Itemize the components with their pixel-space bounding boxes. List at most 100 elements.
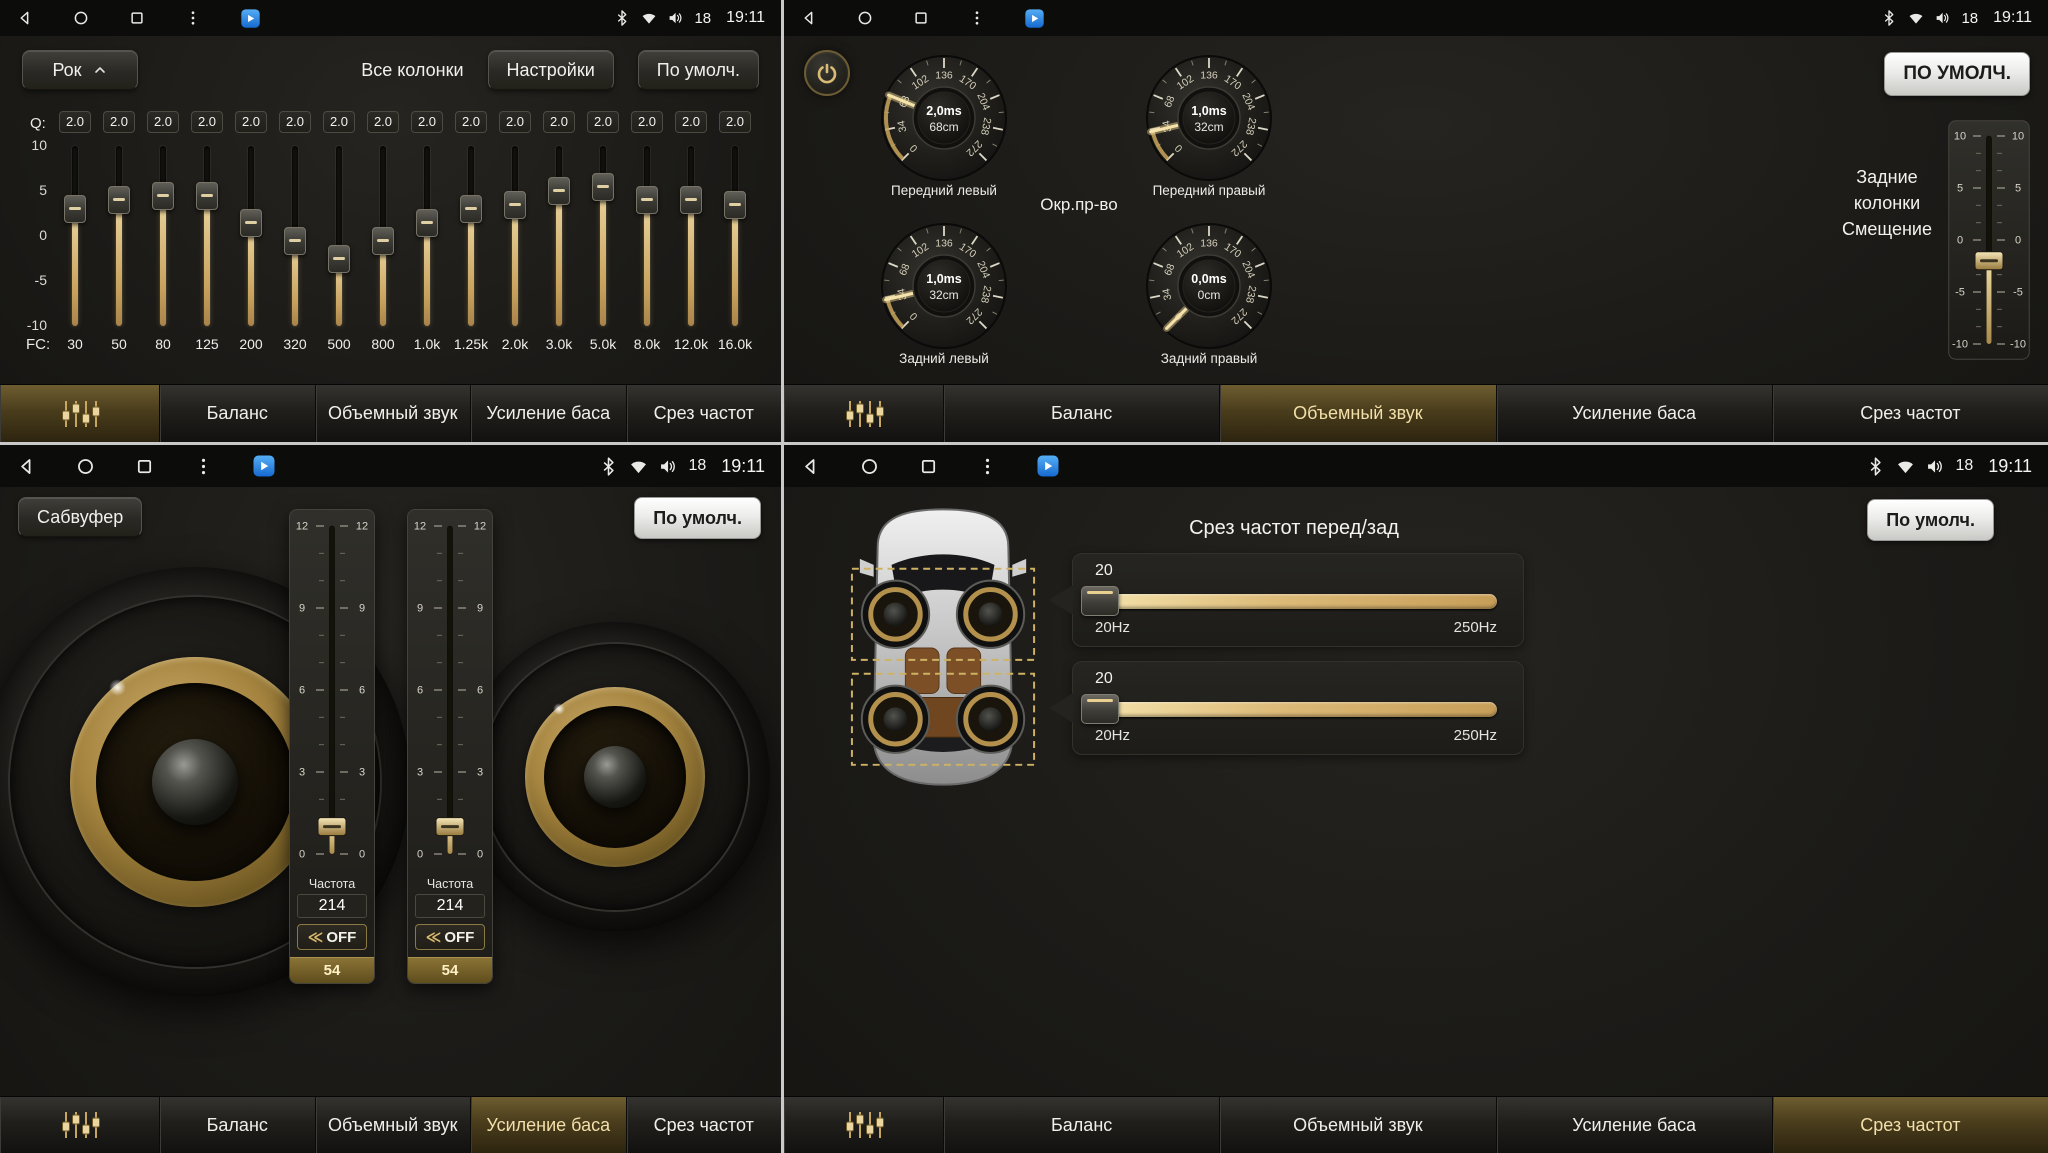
subwoofer-level-slider[interactable]: 121299663300 [290, 510, 374, 870]
eq-band-fill [116, 200, 122, 326]
nav-recents-icon[interactable] [134, 456, 155, 477]
tab-equalizer[interactable] [784, 385, 944, 442]
tab-bass-boost[interactable]: Усиление баса [471, 1097, 627, 1153]
crossover-slider-track[interactable] [1097, 702, 1497, 717]
slider-scale-label: 9 [477, 603, 483, 615]
eq-band-handle[interactable] [636, 186, 658, 214]
delay-knob-dial[interactable]: 034681021361702042382721,0ms32cm [869, 211, 1019, 361]
eq-band-handle[interactable] [504, 191, 526, 219]
eq-q-value: 2.0 [631, 111, 663, 133]
subwoofer-freq-value: 214 [297, 894, 367, 918]
tab-surround-sound[interactable]: Объемный звук [316, 1097, 472, 1153]
tab-surround-sound[interactable]: Объемный звук [1220, 385, 1496, 442]
equalizer-icon [57, 397, 103, 431]
eq-band-handle[interactable] [724, 191, 746, 219]
app-icon[interactable] [252, 454, 276, 478]
eq-band-handle[interactable] [108, 186, 130, 214]
knob-delay-cm: 32cm [1194, 120, 1223, 134]
tab-surround-sound[interactable]: Объемный звук [316, 385, 472, 442]
tab-equalizer[interactable] [0, 385, 160, 442]
tab-crossover[interactable]: Срез частот [1773, 1097, 2048, 1153]
crossover-min-label: 20Hz [1095, 727, 1130, 744]
slider-scale-label: -10 [1952, 339, 1968, 351]
eq-freq-label: 500 [317, 336, 361, 352]
tab-surround-sound[interactable]: Объемный звук [1220, 1097, 1496, 1153]
volume-icon [667, 9, 685, 27]
app-icon[interactable] [1024, 8, 1045, 29]
eq-band-handle[interactable] [372, 227, 394, 255]
app-icon[interactable] [1036, 454, 1060, 478]
app-icon[interactable] [240, 8, 261, 29]
menu-dots-icon[interactable] [968, 9, 986, 27]
delay-knob-dial[interactable]: 034681021361702042382722,0ms68cm [869, 43, 1019, 193]
nav-home-icon[interactable] [859, 456, 880, 477]
crossover-slider-handle[interactable] [1081, 586, 1119, 616]
menu-dots-icon[interactable] [184, 9, 202, 27]
eq-q-value: 2.0 [411, 111, 443, 133]
nav-back-icon[interactable] [800, 456, 821, 477]
eq-q-value: 2.0 [675, 111, 707, 133]
nav-home-icon[interactable] [75, 456, 96, 477]
crossover-max-label: 250Hz [1454, 727, 1497, 744]
subwoofer-level-slider[interactable]: 121299663300 [408, 510, 492, 870]
menu-dots-icon[interactable] [977, 456, 998, 477]
eq-band-handle[interactable] [680, 186, 702, 214]
bottom-tab-bar: БалансОбъемный звукУсиление басаСрез час… [784, 1096, 2048, 1153]
nav-recents-icon[interactable] [912, 9, 930, 27]
rear-offset-slider-widget[interactable]: 10105500-5-5-10-10 [1948, 120, 2030, 360]
delay-knob-dial[interactable]: 034681021361702042382720,0ms0cm [1134, 211, 1284, 361]
subwoofer-off-label: OFF [326, 929, 356, 946]
equalizer-content: Рок Все колонки Настройки По умолч. Q: F… [0, 36, 781, 384]
nav-back-icon[interactable] [800, 9, 818, 27]
tab-balance[interactable]: Баланс [944, 1097, 1220, 1153]
eq-band-handle[interactable] [548, 177, 570, 205]
volume-level-text: 18 [1955, 457, 1973, 475]
subwoofer-off-toggle[interactable]: ≪OFF [415, 924, 485, 950]
bottom-tab-bar: БалансОбъемный звукУсиление басаСрез час… [784, 384, 2048, 442]
nav-home-icon[interactable] [72, 9, 90, 27]
subwoofer-channel-panel: 121299663300Частота214≪OFF54 [289, 509, 375, 984]
eq-axis-label: -10 [0, 317, 47, 333]
eq-freq-label: 800 [361, 336, 405, 352]
slider-scale-label: 0 [2015, 235, 2021, 247]
tab-bass-boost[interactable]: Усиление баса [1497, 1097, 1773, 1153]
knob-delay-ms: 1,0ms [1191, 104, 1226, 118]
eq-band-handle[interactable] [460, 195, 482, 223]
eq-band-fill [732, 205, 738, 327]
nav-back-icon[interactable] [16, 9, 34, 27]
nav-recents-icon[interactable] [128, 9, 146, 27]
eq-band-handle[interactable] [64, 195, 86, 223]
nav-back-icon[interactable] [16, 456, 37, 477]
tab-balance[interactable]: Баланс [160, 385, 316, 442]
nav-home-icon[interactable] [856, 9, 874, 27]
crossover-slider-handle[interactable] [1081, 694, 1119, 724]
eq-band-handle[interactable] [284, 227, 306, 255]
tab-equalizer[interactable] [784, 1097, 944, 1153]
delay-knob-dial[interactable]: 034681021361702042382721,0ms32cm [1134, 43, 1284, 193]
eq-band-handle[interactable] [196, 182, 218, 210]
knob-delay-cm: 0cm [1198, 288, 1221, 302]
tab-bass-boost[interactable]: Усиление баса [1497, 385, 1773, 442]
tab-crossover[interactable]: Срез частот [1773, 385, 2048, 442]
eq-band-handle[interactable] [152, 182, 174, 210]
eq-band-handle[interactable] [328, 245, 350, 273]
eq-band-handle[interactable] [592, 173, 614, 201]
eq-axis-label: 5 [0, 182, 47, 198]
eq-band-handle[interactable] [416, 209, 438, 237]
tab-balance[interactable]: Баланс [160, 1097, 316, 1153]
subwoofer-off-toggle[interactable]: ≪OFF [297, 924, 367, 950]
eq-q-value: 2.0 [103, 111, 135, 133]
tab-bass-boost[interactable]: Усиление баса [471, 385, 627, 442]
crossover-slider-track[interactable] [1097, 594, 1497, 609]
tab-equalizer[interactable] [0, 1097, 160, 1153]
knob-delay-ms: 2,0ms [926, 104, 961, 118]
menu-dots-icon[interactable] [193, 456, 214, 477]
tab-balance[interactable]: Баланс [944, 385, 1220, 442]
knob-scale-number: 136 [935, 238, 953, 250]
eq-band-fill [424, 223, 430, 327]
nav-recents-icon[interactable] [918, 456, 939, 477]
tab-crossover[interactable]: Срез частот [627, 1097, 782, 1153]
rear-offset-label: Задние колонки Смещение [1804, 164, 1970, 242]
eq-band-handle[interactable] [240, 209, 262, 237]
tab-crossover[interactable]: Срез частот [627, 385, 782, 442]
